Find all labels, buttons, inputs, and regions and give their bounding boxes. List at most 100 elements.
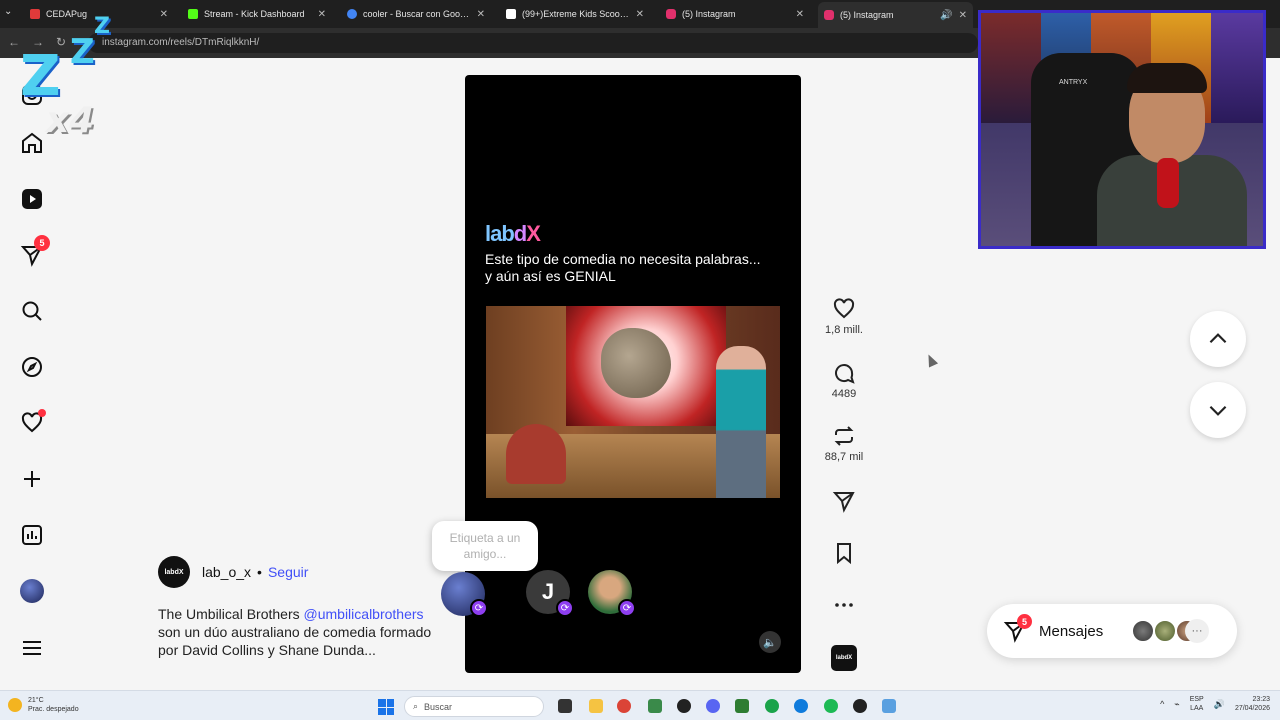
- sun-icon: [8, 698, 22, 712]
- taskbar-search[interactable]: ⌕ Buscar: [404, 696, 544, 717]
- file-explorer-icon[interactable]: [589, 699, 603, 713]
- author-username[interactable]: lab_o_x: [202, 564, 251, 580]
- message-contact-avatar: [1131, 619, 1155, 643]
- repost-icon: [834, 426, 854, 446]
- more-dots-icon: [835, 603, 853, 607]
- repost-badge-icon: ⟳: [470, 599, 488, 617]
- reel-description: The Umbilical Brothers @umbilicalbrother…: [158, 606, 432, 658]
- comment-icon: [835, 364, 855, 384]
- app-icon-2[interactable]: [882, 699, 896, 713]
- close-tab-icon[interactable]: ✕: [160, 9, 168, 20]
- kick-favicon-icon: [188, 9, 198, 19]
- tab-cedapug[interactable]: CEDAPug ✕: [24, 4, 174, 24]
- like-button[interactable]: 1,8 mill.: [818, 297, 870, 336]
- avatar: [20, 579, 44, 603]
- more-menu-icon[interactable]: [18, 634, 46, 662]
- chrome-icon[interactable]: [617, 699, 631, 713]
- media-player-icon[interactable]: [853, 699, 867, 713]
- likes-count: 1,8 mill.: [825, 324, 863, 336]
- save-button[interactable]: [818, 541, 870, 565]
- chevron-down-icon: [1209, 405, 1227, 416]
- chevron-up-icon[interactable]: ^: [1160, 699, 1164, 709]
- search-icon: ⌕: [413, 701, 419, 711]
- bookmark-icon: [837, 543, 851, 565]
- tiktok-favicon-icon: [506, 9, 516, 19]
- mention-link[interactable]: @umbilicalbrothers: [304, 606, 424, 622]
- close-tab-icon[interactable]: ✕: [477, 9, 485, 20]
- messages-pill[interactable]: 5 Mensajes ···: [987, 604, 1237, 658]
- close-tab-icon[interactable]: ✕: [318, 9, 326, 20]
- dashboard-chart-icon[interactable]: [18, 521, 46, 549]
- more-options-button[interactable]: [818, 593, 870, 617]
- notification-dot: [38, 409, 46, 417]
- comment-button[interactable]: 4489: [818, 361, 870, 400]
- xbox-icon[interactable]: [765, 699, 779, 713]
- mouse-cursor-icon: [923, 352, 939, 368]
- obs-icon[interactable]: [677, 699, 691, 713]
- reel-brand-logo: labdX: [485, 221, 541, 246]
- messages-badge: 5: [1017, 614, 1032, 629]
- notifications-heart-icon[interactable]: [18, 409, 46, 437]
- forward-icon[interactable]: →: [32, 35, 44, 49]
- system-tray: ^ ⌁ ESP LAA 🔊 23:23 27/04/2026: [1160, 695, 1270, 713]
- volume-icon[interactable]: 🔊: [1214, 699, 1225, 710]
- tab-instagram-1[interactable]: (5) Instagram ✕: [660, 4, 810, 24]
- tab-instagram-active[interactable]: (5) Instagram 🔊 ✕: [818, 2, 973, 28]
- url-field[interactable]: instagram.com/reels/DTmRiqlkknH/: [88, 33, 978, 53]
- messages-icon[interactable]: 5: [18, 235, 50, 269]
- weather-widget[interactable]: 21°C Prac. despejado: [8, 696, 79, 714]
- share-button[interactable]: [818, 489, 870, 513]
- search-icon[interactable]: [18, 297, 46, 325]
- instagram-logo-icon[interactable]: [18, 81, 46, 109]
- clock[interactable]: 23:23 27/04/2026: [1235, 695, 1270, 713]
- tag-friend-tooltip: Etiqueta a un amigo...: [432, 521, 538, 571]
- cedapug-favicon-icon: [30, 9, 40, 19]
- minecraft-icon[interactable]: [735, 699, 749, 713]
- audio-track-thumbnail[interactable]: labdX: [831, 645, 857, 671]
- author-avatar[interactable]: labdX: [158, 556, 190, 588]
- close-tab-icon[interactable]: ✕: [959, 10, 967, 21]
- repost-badge-icon: ⟳: [556, 599, 574, 617]
- follow-button[interactable]: Seguir: [268, 564, 308, 580]
- tab-tiktok[interactable]: (99+)Extreme Kids Scooter Tric ✕: [500, 4, 650, 24]
- task-view-icon[interactable]: [558, 699, 572, 713]
- reels-icon[interactable]: [18, 185, 46, 213]
- audio-playing-icon[interactable]: 🔊: [940, 10, 952, 21]
- google-favicon-icon: [347, 9, 357, 19]
- repost-badge-icon: ⟳: [618, 599, 636, 617]
- app-icon[interactable]: [648, 699, 662, 713]
- message-contact-avatar: [1153, 619, 1177, 643]
- notification-badge: 5: [34, 235, 50, 251]
- discord-icon[interactable]: [706, 699, 720, 713]
- tab-kick-dashboard[interactable]: Stream - Kick Dashboard ✕: [182, 4, 332, 24]
- windows-start-icon[interactable]: [378, 699, 394, 715]
- volume-icon[interactable]: 🔈: [759, 631, 781, 653]
- language-indicator[interactable]: ESP LAA: [1190, 695, 1204, 713]
- microphone: [1157, 158, 1179, 208]
- reel-author: labdX lab_o_x • Seguir: [158, 556, 308, 588]
- windows-taskbar: 21°C Prac. despejado ⌕ Buscar ^ ⌁ ESP LA…: [0, 690, 1280, 720]
- comments-count: 4489: [831, 388, 857, 400]
- send-icon: [832, 492, 855, 513]
- reload-icon[interactable]: ↻: [56, 35, 66, 49]
- edge-icon[interactable]: [794, 699, 808, 713]
- back-icon[interactable]: ←: [8, 35, 20, 49]
- repost-button[interactable]: 88,7 mil: [818, 424, 870, 463]
- tab-google-search[interactable]: cooler - Buscar con Google ✕: [341, 4, 491, 24]
- close-tab-icon[interactable]: ✕: [796, 9, 804, 20]
- instagram-favicon-icon: [824, 10, 834, 20]
- create-plus-icon[interactable]: [18, 465, 46, 493]
- reel-video-player[interactable]: labdX Este tipo de comedia no necesita p…: [465, 75, 801, 673]
- reposts-count: 88,7 mil: [824, 451, 864, 463]
- network-icon[interactable]: ⌁: [1174, 699, 1179, 710]
- next-reel-button[interactable]: [1190, 382, 1246, 438]
- messages-label: Mensajes: [1039, 623, 1104, 640]
- spotify-icon[interactable]: [824, 699, 838, 713]
- tab-search-icon[interactable]: ⌄: [4, 6, 12, 17]
- explore-icon[interactable]: [18, 353, 46, 381]
- home-icon[interactable]: [18, 129, 46, 157]
- previous-reel-button[interactable]: [1190, 311, 1246, 367]
- heart-icon: [833, 298, 855, 319]
- profile-avatar[interactable]: [18, 577, 46, 605]
- close-tab-icon[interactable]: ✕: [636, 9, 644, 20]
